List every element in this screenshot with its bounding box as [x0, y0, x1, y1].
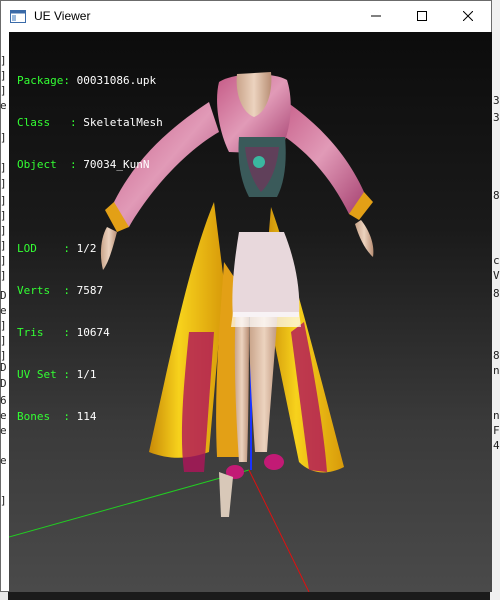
verts-value: 7587	[76, 284, 104, 297]
hand-right	[355, 220, 374, 257]
ue-viewer-window: UE Viewer Package: 00031086.upk Class: …	[0, 0, 492, 592]
info-row-class: Class : SkeletalMesh	[17, 116, 163, 129]
background-glyph: D	[0, 289, 7, 302]
background-glyph: n	[493, 409, 500, 422]
minimize-button[interactable]	[353, 1, 399, 31]
maximize-button[interactable]	[399, 1, 445, 31]
window-title: UE Viewer	[34, 9, 91, 23]
background-glyph: e	[0, 454, 7, 467]
background-glyph: ]	[0, 254, 7, 267]
background-glyph: e	[0, 99, 7, 112]
mesh-info-overlay: Package: 00031086.upk Class : SkeletalMe…	[17, 46, 163, 452]
uvset-label: UV Set	[17, 368, 57, 381]
background-glyph: ]	[0, 161, 7, 174]
package-value: 00031086.upk	[76, 74, 157, 87]
background-glyph: 8	[493, 189, 500, 202]
background-glyph: 6	[0, 394, 7, 407]
background-glyph: ]	[0, 209, 7, 222]
maximize-icon	[417, 11, 427, 21]
background-glyph: 3	[493, 94, 500, 107]
object-label: Object	[17, 158, 57, 171]
info-row-package: Package: 00031086.upk	[17, 74, 157, 87]
background-glyph: ]	[0, 334, 7, 347]
background-glyph: ]	[0, 269, 7, 282]
info-row-tris: Tris : 10674	[17, 326, 110, 339]
background-glyph: 8	[493, 287, 500, 300]
background-glyph: 3	[493, 111, 500, 124]
background-glyph: e	[0, 424, 7, 437]
package-label: Package	[17, 74, 64, 87]
background-glyph: ]	[0, 131, 7, 144]
window-controls	[353, 1, 491, 31]
background-glyph: ]	[0, 319, 7, 332]
close-button[interactable]	[445, 1, 491, 31]
tris-label: Tris	[17, 326, 44, 339]
info-row-uvset: UV Set : 1/1	[17, 368, 97, 381]
axis-x-line	[248, 469, 310, 592]
background-glyph: 4	[493, 439, 500, 452]
info-row-bones: Bones : 114	[17, 410, 97, 423]
background-glyph: ]	[0, 84, 7, 97]
background-glyph: ]	[0, 494, 7, 507]
title-bar[interactable]: UE Viewer	[1, 1, 491, 31]
minimize-icon	[371, 15, 381, 17]
background-glyph: D	[0, 377, 7, 390]
bones-label: Bones	[17, 410, 51, 423]
class-label: Class	[17, 116, 51, 129]
corset-gem	[253, 156, 265, 168]
info-row-object: Object : 70034_KunN	[17, 158, 150, 171]
axis-y-line	[9, 469, 250, 538]
bones-value: 114	[76, 410, 97, 423]
background-glyph: ]	[0, 194, 7, 207]
background-glyph: ]	[0, 177, 7, 190]
tassel-ornament	[219, 472, 233, 517]
background-glyph: ]	[0, 224, 7, 237]
background-glyph: V	[493, 269, 500, 282]
background-glyph: e	[0, 409, 7, 422]
lod-label: LOD	[17, 242, 37, 255]
background-glyph: ]	[0, 54, 7, 67]
background-glyph: D	[0, 361, 7, 374]
uvset-value: 1/1	[76, 368, 97, 381]
close-icon	[463, 11, 473, 21]
3d-viewport[interactable]: Package: 00031086.upk Class : SkeletalMe…	[9, 32, 492, 592]
tris-value: 10674	[76, 326, 110, 339]
background-glyph: ]	[0, 69, 7, 82]
lod-value: 1/2	[76, 242, 97, 255]
background-glyph: ]	[0, 239, 7, 252]
app-window-icon	[10, 9, 26, 23]
background-glyph: c	[493, 254, 500, 267]
background-glyph: F	[493, 424, 500, 437]
white-underskirt	[232, 232, 300, 317]
background-glyph: n	[493, 364, 500, 377]
shoe-right	[264, 454, 284, 470]
background-glyph: e	[0, 304, 7, 317]
info-row-lod: LOD : 1/2	[17, 242, 97, 255]
object-value: 70034_KunN	[83, 158, 150, 171]
info-row-verts: Verts : 7587	[17, 284, 104, 297]
class-value: SkeletalMesh	[83, 116, 163, 129]
background-glyph: 8	[493, 349, 500, 362]
verts-label: Verts	[17, 284, 51, 297]
lace-hem	[231, 312, 301, 327]
